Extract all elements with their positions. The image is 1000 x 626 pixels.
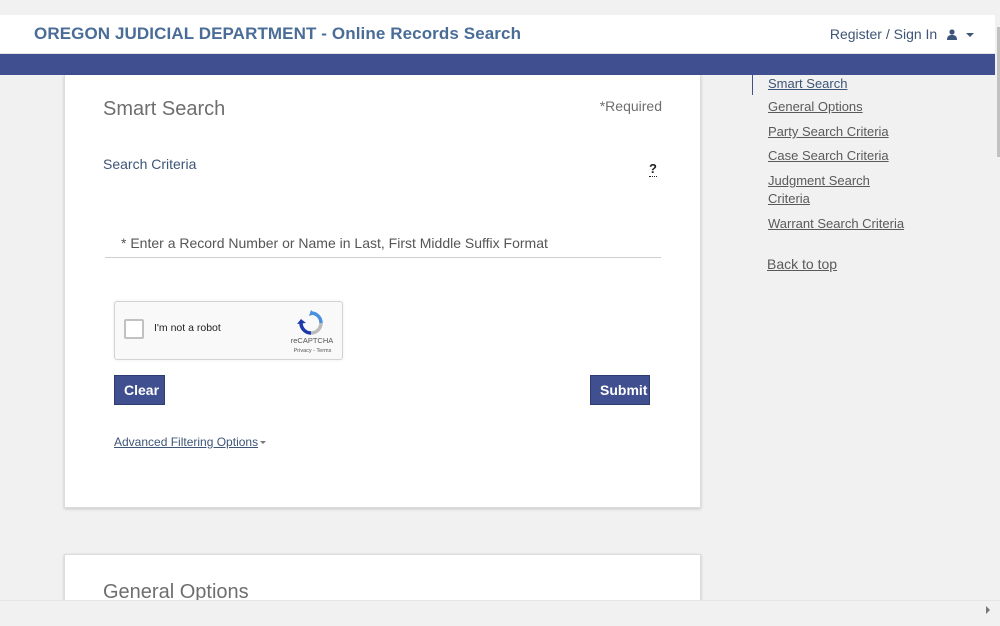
advanced-filtering-options-link[interactable]: Advanced Filtering Options: [114, 435, 267, 449]
active-indicator: [752, 75, 753, 95]
help-icon[interactable]: ?: [649, 162, 657, 177]
required-note: *Required: [599, 98, 662, 114]
main-nav-bar: [0, 54, 996, 75]
horizontal-scrollbar[interactable]: [0, 600, 1000, 626]
sidenav-item-party-search-criteria[interactable]: Party Search Criteria: [768, 123, 918, 141]
recaptcha-widget: I'm not a robot reCAPTCHA Privacy - Term…: [114, 301, 343, 360]
sidenav-item-case-search-criteria[interactable]: Case Search Criteria: [768, 147, 918, 165]
sidenav-item-smart-search[interactable]: Smart Search: [768, 75, 918, 93]
vertical-scrollbar[interactable]: [995, 15, 1000, 600]
recaptcha-brand: reCAPTCHA: [290, 336, 334, 345]
account-label: Register / Sign In: [829, 26, 938, 42]
submit-button[interactable]: Submit: [590, 375, 650, 405]
recaptcha-logo-icon: [297, 310, 323, 335]
register-sign-in-menu[interactable]: Register / Sign In: [830, 26, 974, 42]
sidenav-item-judgment-search-criteria[interactable]: Judgment Search Criteria: [768, 172, 888, 208]
site-header: OREGON JUDICIAL DEPARTMENT - Online Reco…: [0, 15, 996, 54]
browser-top-strip: [0, 0, 1000, 15]
site-title[interactable]: OREGON JUDICIAL DEPARTMENT - Online Reco…: [34, 24, 521, 44]
search-input[interactable]: [105, 228, 661, 258]
clear-button[interactable]: Clear: [114, 375, 165, 405]
search-criteria-label: Search Criteria: [103, 156, 197, 172]
smart-search-title: Smart Search: [103, 98, 226, 120]
advanced-filtering-label: Advanced Filtering Options: [114, 435, 259, 449]
user-icon: [947, 29, 958, 40]
sidenav-item-warrant-search-criteria[interactable]: Warrant Search Criteria: [768, 215, 918, 233]
smart-search-card: Smart Search *Required Search Criteria ?…: [64, 75, 701, 508]
scroll-right-icon[interactable]: [986, 606, 990, 614]
recaptcha-label: I'm not a robot: [154, 322, 221, 334]
recaptcha-terms[interactable]: Privacy - Terms: [285, 348, 340, 354]
recaptcha-checkbox[interactable]: [124, 319, 144, 339]
sidenav-item-general-options[interactable]: General Options: [768, 98, 918, 116]
chevron-down-icon: [966, 33, 974, 37]
chevron-down-icon: [260, 441, 267, 444]
back-to-top-link[interactable]: Back to top: [767, 256, 837, 272]
